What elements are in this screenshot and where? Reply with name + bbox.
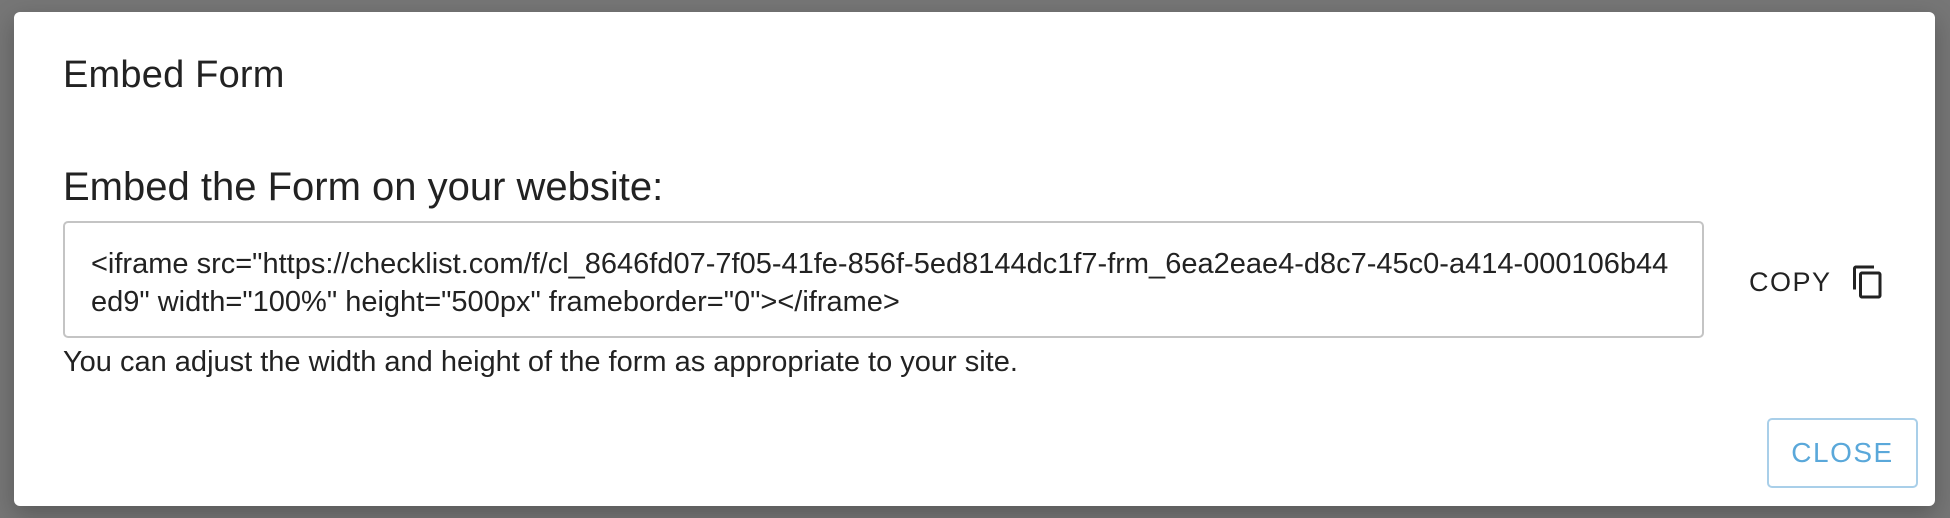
dialog-title: Embed Form: [63, 54, 285, 96]
embed-form-dialog: Embed Form Embed the Form on your websit…: [14, 12, 1935, 506]
embed-section-label: Embed the Form on your website:: [63, 165, 664, 209]
copy-icon: [1852, 265, 1882, 299]
embed-code-field[interactable]: <iframe src="https://checklist.com/f/cl_…: [63, 221, 1704, 338]
copy-button-label: COPY: [1749, 266, 1832, 297]
copy-button[interactable]: COPY: [1749, 257, 1886, 307]
close-button[interactable]: CLOSE: [1767, 418, 1918, 488]
size-hint-text: You can adjust the width and height of t…: [63, 346, 1018, 378]
